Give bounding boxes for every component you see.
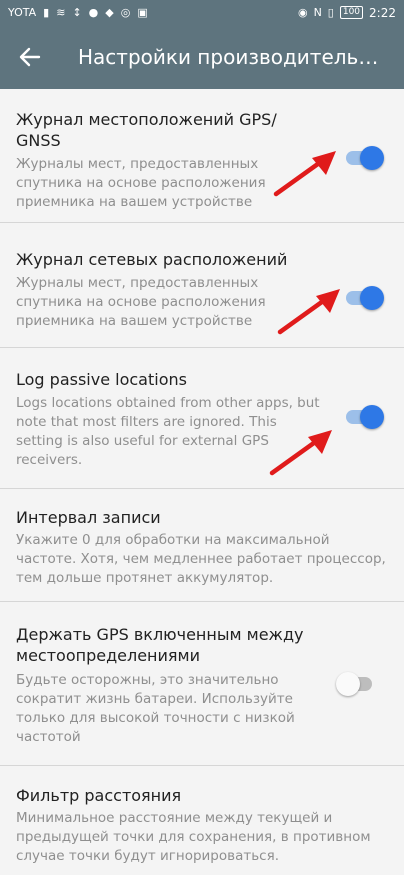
signal-icon: ▮ xyxy=(43,6,50,19)
network-log-toggle[interactable] xyxy=(344,285,384,310)
red-arrow-annotation xyxy=(273,151,336,197)
image-icon: ▣ xyxy=(137,6,148,19)
setting-passive-log[interactable]: Log passive locations Logs locations obt… xyxy=(0,348,404,489)
passive-log-toggle[interactable] xyxy=(344,404,384,429)
arrow-left-icon xyxy=(19,47,41,67)
setting-title: Интервал записи xyxy=(16,508,161,527)
setting-network-log[interactable]: Журнал сетевых расположений Журналы мест… xyxy=(0,223,404,348)
red-arrow-annotation xyxy=(269,430,332,476)
setting-keep-gps-on[interactable]: Держать GPS включенным между местоопреде… xyxy=(0,602,404,766)
setting-gps-log[interactable]: Журнал местоположений GPS/ GNSS Журналы … xyxy=(0,89,404,223)
status-bar: YOTA ▮ ≋ ↕ ● ◆ ◎ ▣ ◉ N ▯ 100 2:22 xyxy=(0,0,404,25)
setting-log-interval[interactable]: Интервал записи Укажите 0 для обработки … xyxy=(0,489,404,602)
setting-title: Журнал сетевых расположений xyxy=(16,250,288,269)
back-button[interactable] xyxy=(0,25,60,89)
setting-distance-filter[interactable]: Фильтр расстояния Минимальное расстояние… xyxy=(0,766,404,874)
notification-icon: ● xyxy=(88,6,99,19)
app-toolbar: Настройки производительно... xyxy=(0,25,404,89)
keep-gps-toggle[interactable] xyxy=(336,671,376,696)
instagram-icon: ◎ xyxy=(120,6,131,19)
page-title: Настройки производительно... xyxy=(78,45,380,69)
red-arrow-annotation xyxy=(277,289,340,335)
setting-summary: Укажите 0 для обработки на максимальной … xyxy=(16,532,386,586)
carrier-label: YOTA xyxy=(8,6,37,19)
settings-list: Журнал местоположений GPS/ GNSS Журналы … xyxy=(0,89,404,874)
setting-title: Log passive locations xyxy=(16,370,187,389)
setting-summary: Журналы мест, предоставленных спутника н… xyxy=(16,275,266,329)
data-icon: ↕ xyxy=(72,6,82,19)
setting-title: Фильтр расстояния xyxy=(16,786,182,805)
battery-icon: 100 xyxy=(339,6,364,19)
setting-title: Держать GPS включенным между местоопреде… xyxy=(16,625,304,665)
nfc-icon: N xyxy=(313,6,322,19)
clock: 2:22 xyxy=(369,5,396,20)
notification-icon: ◆ xyxy=(105,6,114,19)
setting-summary: Журналы мест, предоставленных спутника н… xyxy=(16,156,266,210)
setting-summary: Минимальное расстояние между текущей и п… xyxy=(16,810,371,864)
setting-title: Журнал местоположений GPS/ GNSS xyxy=(16,110,277,150)
setting-summary: Будьте осторожны, это значительно сократ… xyxy=(16,672,295,745)
gps-log-toggle[interactable] xyxy=(344,145,384,170)
eye-icon: ◉ xyxy=(297,6,308,19)
vibrate-icon: ▯ xyxy=(327,6,334,19)
wifi-icon: ≋ xyxy=(56,6,66,19)
